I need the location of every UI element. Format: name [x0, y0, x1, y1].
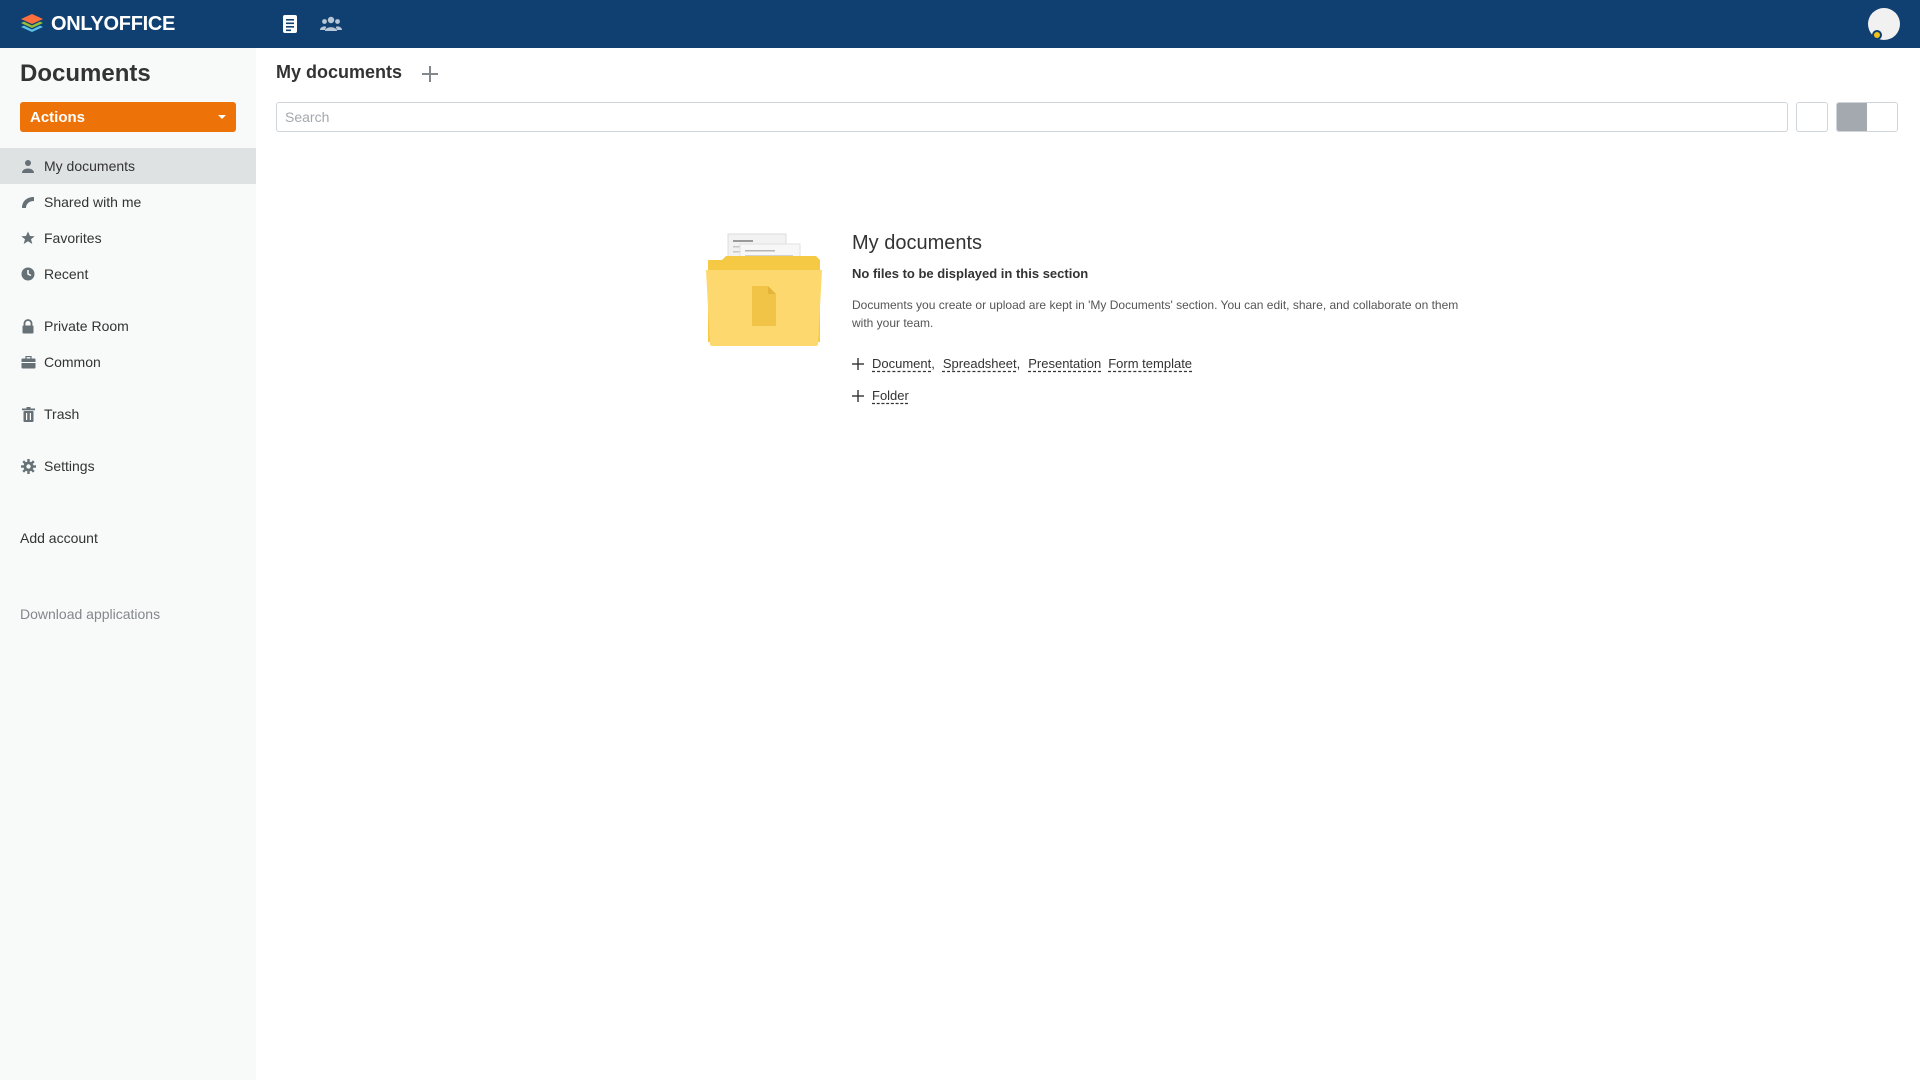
create-document-link[interactable]: Document [872, 356, 931, 371]
sidebar-item-label: Trash [44, 406, 80, 422]
tile-view-button[interactable] [1867, 103, 1897, 131]
sidebar-item-label: My documents [44, 158, 136, 174]
documents-icon[interactable] [277, 11, 303, 37]
create-folder-link[interactable]: Folder [872, 388, 909, 403]
empty-state-subheading: No files to be displayed in this section [852, 266, 1089, 281]
briefcase-icon [20, 354, 36, 370]
sidebar: Documents Actions My documents Shared wi… [0, 48, 256, 1080]
filter-button[interactable] [1796, 102, 1828, 132]
plus-icon[interactable] [420, 64, 440, 84]
create-files-row: Document, Spreadsheet, Presentation Form… [852, 356, 1192, 371]
create-folder-row: Folder [852, 388, 909, 403]
empty-folder-image [706, 233, 822, 346]
row-view-button[interactable] [1837, 103, 1867, 131]
sidebar-item-common[interactable]: Common [0, 344, 256, 380]
sidebar-item-label: Recent [44, 266, 89, 282]
online-status-icon [1872, 30, 1882, 40]
plus-icon[interactable] [852, 389, 864, 402]
add-account-link[interactable]: Add account [20, 530, 98, 546]
sidebar-item-recent[interactable]: Recent [0, 256, 256, 292]
logo-text: ONLYOFFICE [51, 12, 176, 35]
top-bar: ONLYOFFICE [0, 0, 1920, 48]
sidebar-item-label: Private Room [44, 318, 129, 334]
share-icon [20, 194, 36, 210]
gear-icon [20, 458, 36, 474]
download-applications-link[interactable]: Download applications [20, 606, 160, 622]
sidebar-item-trash[interactable]: Trash [0, 396, 256, 432]
trash-icon [20, 406, 36, 422]
sidebar-item-shared-with-me[interactable]: Shared with me [0, 184, 256, 220]
view-switch[interactable] [1836, 102, 1898, 132]
plus-icon[interactable] [852, 357, 864, 370]
star-icon [20, 230, 36, 246]
caret-down-icon [218, 115, 226, 119]
actions-label: Actions [30, 108, 86, 126]
sidebar-item-settings[interactable]: Settings [0, 448, 256, 484]
create-spreadsheet-link[interactable]: Spreadsheet [943, 356, 1017, 371]
onlyoffice-logo[interactable]: ONLYOFFICE [19, 11, 175, 37]
empty-state-description: Documents you create or upload are kept … [852, 298, 1459, 330]
sidebar-item-label: Shared with me [44, 194, 142, 210]
sidebar-item-label: Favorites [44, 230, 102, 246]
empty-state-heading: My documents [852, 232, 983, 254]
page-title: My documents [276, 62, 403, 82]
lock-icon [20, 318, 36, 334]
sidebar-item-favorites[interactable]: Favorites [0, 220, 256, 256]
sidebar-item-private-room[interactable]: Private Room [0, 308, 256, 344]
sidebar-item-label: Common [44, 354, 101, 370]
link-separator: , [931, 356, 935, 371]
sidebar-title: Documents [20, 60, 151, 87]
people-icon[interactable] [318, 11, 344, 37]
onlyoffice-logo-icon [21, 14, 43, 32]
link-separator: , [1016, 356, 1021, 371]
actions-button[interactable]: Actions [20, 102, 236, 132]
create-form-template-link[interactable]: Form template [1108, 356, 1192, 371]
sidebar-item-label: Settings [44, 458, 95, 474]
create-presentation-link[interactable]: Presentation [1028, 356, 1101, 371]
search-input[interactable] [276, 102, 1788, 132]
user-icon [20, 158, 36, 174]
clock-icon [20, 266, 36, 282]
sidebar-item-my-documents[interactable]: My documents [0, 148, 256, 184]
